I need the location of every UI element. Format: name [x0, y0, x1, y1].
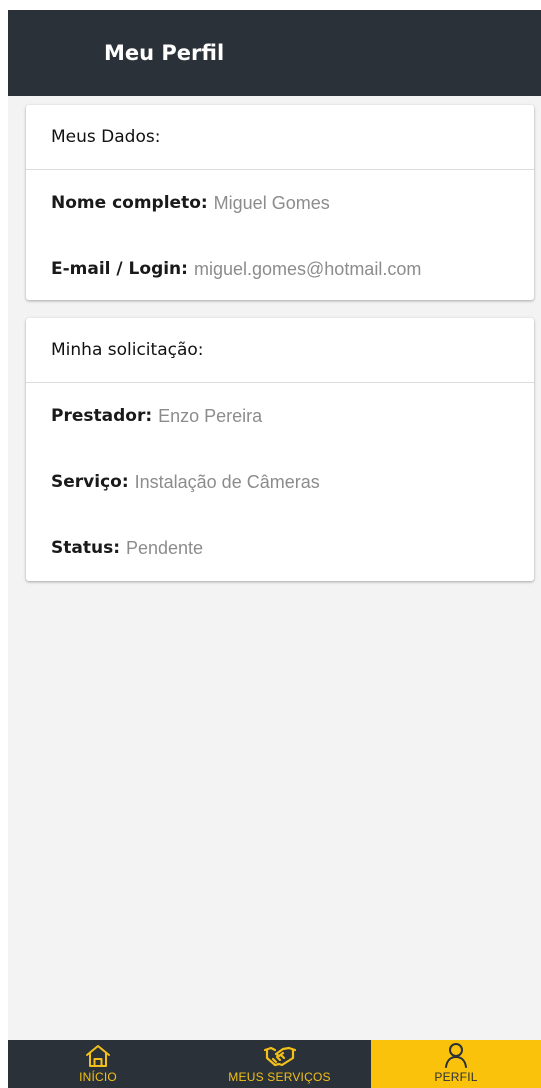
email-row: E-mail / Login: miguel.gomes@hotmail.com: [26, 236, 534, 302]
handshake-icon: [263, 1046, 296, 1067]
service-label: Serviço:: [51, 472, 129, 492]
page-title: Meu Perfil: [104, 41, 225, 65]
provider-row: Prestador: Enzo Pereira: [26, 383, 534, 449]
request-card: Minha solicitação: Prestador: Enzo Perei…: [26, 318, 534, 581]
nav-home-label: INÍCIO: [79, 1070, 117, 1084]
app-bar: Meu Perfil: [8, 10, 541, 96]
status-row: Status: Pendente: [26, 515, 534, 581]
service-row: Serviço: Instalação de Câmeras: [26, 449, 534, 515]
nav-item-home[interactable]: INÍCIO: [8, 1040, 188, 1088]
my-data-card: Meus Dados: Nome completo: Miguel Gomes …: [26, 105, 534, 300]
provider-value: Enzo Pereira: [158, 405, 263, 426]
full-name-row: Nome completo: Miguel Gomes: [26, 170, 534, 236]
provider-label: Prestador:: [51, 406, 153, 426]
nav-services-label: MEUS SERVIÇOS: [228, 1070, 331, 1084]
request-card-title: Minha solicitação:: [26, 318, 534, 383]
nav-profile-label: PERFIL: [434, 1070, 478, 1084]
user-icon: [445, 1043, 467, 1068]
full-name-value: Miguel Gomes: [213, 192, 330, 213]
service-value: Instalação de Câmeras: [134, 471, 320, 492]
status-label: Status:: [51, 538, 120, 558]
home-icon: [86, 1045, 110, 1067]
status-strip: [0, 0, 541, 10]
bottom-nav: INÍCIO MEUS SERVIÇOS PERFIL: [8, 1040, 541, 1088]
full-name-label: Nome completo:: [51, 193, 208, 213]
nav-item-profile[interactable]: PERFIL: [371, 1040, 541, 1088]
email-value: miguel.gomes@hotmail.com: [193, 258, 422, 279]
nav-item-services[interactable]: MEUS SERVIÇOS: [188, 1040, 371, 1088]
email-label: E-mail / Login:: [51, 259, 188, 279]
profile-content: Meus Dados: Nome completo: Miguel Gomes …: [8, 96, 541, 1040]
my-data-card-title: Meus Dados:: [26, 105, 534, 170]
status-value: Pendente: [126, 537, 204, 558]
